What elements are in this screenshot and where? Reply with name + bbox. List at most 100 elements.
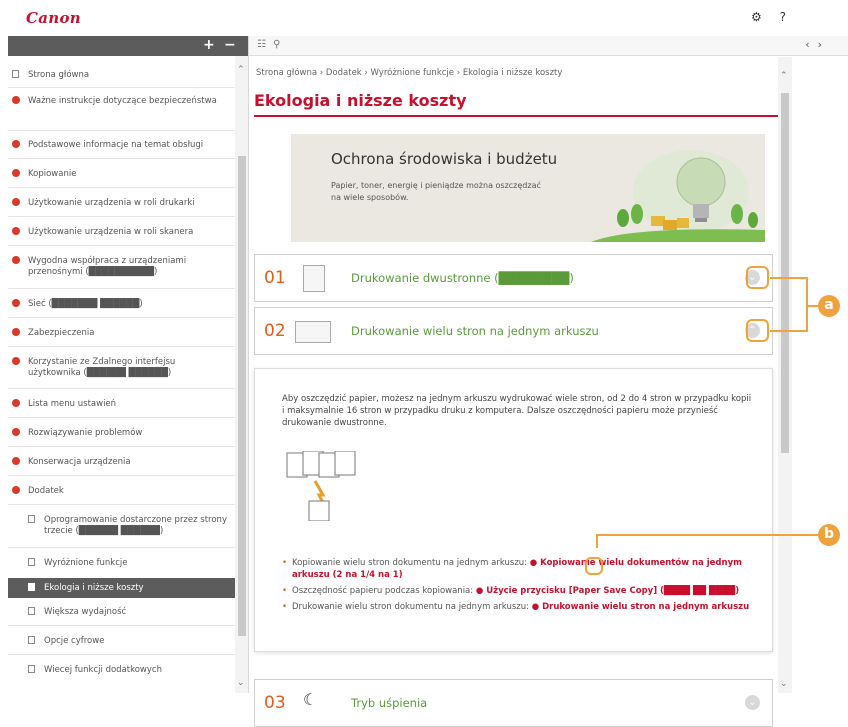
- sidebar-item-scanner[interactable]: Użytkowanie urządzenia w roli skanera: [8, 227, 235, 238]
- top-icons: ⚙ ?: [737, 10, 786, 24]
- scroll-down-icon[interactable]: ⌄: [237, 678, 245, 688]
- sidebar-item-basic-operations[interactable]: Podstawowe informacje na temat obsługi: [8, 140, 235, 151]
- sidebar-item-remote-ui[interactable]: Korzystanie ze Zdalnego interfejsu użytk…: [8, 357, 235, 379]
- sidebar-item-more-functions[interactable]: Wiecej funkcji dodatkowych: [8, 665, 235, 676]
- feature-card-sleep[interactable]: 03 ☾ Tryb uśpienia ⌄: [254, 679, 773, 727]
- sidebar-item-label: Większa wydajność: [44, 607, 127, 617]
- chapter-icon: [12, 428, 20, 436]
- chapter-icon: [12, 299, 20, 307]
- sidebar-item-label: Wygodna współpraca z urządzeniami przeno…: [28, 256, 187, 277]
- sidebar-item-label: Lista menu ustawień: [28, 399, 117, 409]
- page-title: Ekologia i niższe koszty: [254, 91, 467, 110]
- sidebar-item-digital[interactable]: Opcje cyfrowe: [8, 636, 235, 647]
- sidebar-item-label: Oprogramowanie dostarczone przez strony …: [44, 515, 227, 536]
- bullet-link[interactable]: ● Drukowanie wielu stron na jednym arkus…: [532, 602, 749, 612]
- chapter-icon: [12, 457, 20, 465]
- chapter-icon: [12, 227, 20, 235]
- sidebar-scroll-thumb[interactable]: [238, 156, 246, 636]
- sidebar-item-efficiency[interactable]: Większa wydajność: [8, 607, 235, 618]
- detail-paragraph: Aby oszczędzić papier, możesz na jednym …: [282, 394, 752, 428]
- breadcrumb[interactable]: Strona główna › Dodatek › Wyróżnione fun…: [256, 68, 562, 78]
- callout-line-a2: [770, 330, 808, 332]
- content-toolbar: ☷ ⚲ ‹›: [249, 36, 848, 56]
- callout-a: a: [818, 295, 840, 317]
- page-icon: [28, 636, 35, 644]
- content-scrollbar[interactable]: ⌃ ⌄: [778, 57, 792, 693]
- page-nav: ‹›: [805, 38, 830, 51]
- sidebar-scrollbar[interactable]: ⌃ ⌄: [235, 56, 248, 693]
- sidebar-item-settings-menu[interactable]: Lista menu ustawień: [8, 399, 235, 410]
- bullet-link-label[interactable]: Użycie przycisku [Paper Save Copy] (████…: [486, 586, 739, 596]
- main-content: ☷ ⚲ ‹› Strona główna › Dodatek › Wyróżni…: [249, 36, 848, 727]
- sidebar-item-home[interactable]: Strona główna: [8, 70, 235, 81]
- sidebar-item-featured[interactable]: Wyróżnione funkcje: [8, 558, 235, 569]
- sidebar-item-printer[interactable]: Użytkowanie urządzenia w roli drukarki: [8, 198, 235, 209]
- chapter-icon: [12, 169, 20, 177]
- chapter-icon: [12, 140, 20, 148]
- scroll-up-icon[interactable]: ⌃: [780, 71, 788, 81]
- sidebar-item-safety[interactable]: Ważne instrukcje dotyczące bezpieczeństw…: [8, 96, 235, 107]
- bullet-link[interactable]: ● Użycie przycisku [Paper Save Copy] (██…: [476, 586, 739, 596]
- sidebar-item-label: Rozwiązywanie problemów: [28, 428, 143, 438]
- feature-card-n-up[interactable]: 02 Drukowanie wielu stron na jednym arku…: [254, 307, 773, 355]
- sidebar-item-troubleshooting[interactable]: Rozwiązywanie problemów: [8, 428, 235, 439]
- feature-card-duplex[interactable]: 01 Drukowanie dwustronne (████████) ⌄: [254, 254, 773, 302]
- sidebar-item-eco-active[interactable]: Ekologia i niższe koszty: [8, 578, 235, 598]
- settings-icon[interactable]: ⚙: [751, 10, 762, 24]
- sidebar-item-network[interactable]: Sieć (███████ ██████): [8, 299, 235, 310]
- card-number: 02: [264, 321, 286, 341]
- detail-links: Kopiowanie wielu stron dokumentu na jedn…: [282, 557, 762, 617]
- duplex-page-icon: [303, 265, 325, 292]
- highlight-ring-b: [585, 557, 603, 575]
- next-page-button[interactable]: ›: [818, 38, 830, 51]
- canon-logo[interactable]: Canon: [26, 9, 81, 27]
- n-up-detail-panel: Aby oszczędzić papier, możesz na jednym …: [254, 368, 773, 652]
- chapter-icon: [12, 96, 20, 104]
- page-icon: [28, 583, 35, 591]
- search-icon[interactable]: ⚲: [273, 39, 280, 50]
- sidebar-toc: + − Strona główna Ważne instrukcje dotyc…: [8, 36, 249, 693]
- help-icon[interactable]: ?: [780, 10, 786, 24]
- page-icon: [12, 70, 19, 78]
- sidebar-item-third-party[interactable]: Oprogramowanie dostarczone przez strony …: [8, 515, 235, 537]
- sidebar-header: + −: [8, 36, 248, 56]
- sidebar-item-label: Ekologia i niższe koszty: [44, 583, 144, 593]
- prev-page-button[interactable]: ‹: [805, 38, 817, 51]
- chapter-icon: [12, 357, 20, 365]
- sidebar-item-label: Strona główna: [28, 70, 90, 80]
- chapter-icon: [12, 256, 20, 264]
- expand-all-button[interactable]: +: [203, 37, 215, 53]
- n-up-pages-icon: [295, 321, 331, 343]
- sidebar-item-label: Podstawowe informacje na temat obsługi: [28, 140, 204, 150]
- sidebar-item-copying[interactable]: Kopiowanie: [8, 169, 235, 180]
- bullet-link-label[interactable]: Drukowanie wielu stron na jednym arkuszu: [542, 602, 749, 612]
- card-title[interactable]: Drukowanie wielu stron na jednym arkuszu: [351, 324, 599, 338]
- highlight-ring-a1: [746, 266, 769, 289]
- card-number: 01: [264, 268, 286, 288]
- sidebar-item-label: Dodatek: [28, 486, 64, 496]
- sidebar-item-label: Wiecej funkcji dodatkowych: [44, 665, 162, 675]
- detail-bullet: Kopiowanie wielu stron dokumentu na jedn…: [282, 557, 762, 581]
- toc-icon[interactable]: ☷: [257, 39, 266, 50]
- sidebar-item-label: Użytkowanie urządzenia w roli skanera: [28, 227, 194, 237]
- scroll-down-icon[interactable]: ⌄: [780, 679, 788, 689]
- page-icon: [28, 515, 35, 523]
- sidebar-item-appendix[interactable]: Dodatek: [8, 486, 235, 497]
- page-icon: [28, 558, 35, 566]
- collapse-all-button[interactable]: −: [224, 37, 236, 53]
- sidebar-item-label: Kopiowanie: [28, 169, 77, 179]
- card-title[interactable]: Drukowanie dwustronne (████████): [351, 271, 574, 285]
- eco-banner: Ochrona środowiska i budżetu Papier, ton…: [291, 134, 765, 242]
- n-up-copy-illustration: [286, 451, 356, 521]
- content-scroll-thumb[interactable]: [781, 93, 789, 453]
- sidebar-item-mobile[interactable]: Wygodna współpraca z urządzeniami przeno…: [8, 256, 235, 278]
- sidebar-item-maintenance[interactable]: Konserwacja urządzenia: [8, 457, 235, 468]
- callout-line-b: [596, 534, 818, 536]
- highlight-ring-a2: [746, 319, 769, 342]
- sidebar-item-security[interactable]: Zabezpieczenia: [8, 328, 235, 339]
- title-divider: [254, 115, 778, 117]
- moon-icon: ☾: [303, 690, 318, 709]
- scroll-up-icon[interactable]: ⌃: [237, 65, 245, 75]
- expand-icon[interactable]: ⌄: [745, 695, 760, 710]
- card-title[interactable]: Tryb uśpienia: [351, 696, 427, 710]
